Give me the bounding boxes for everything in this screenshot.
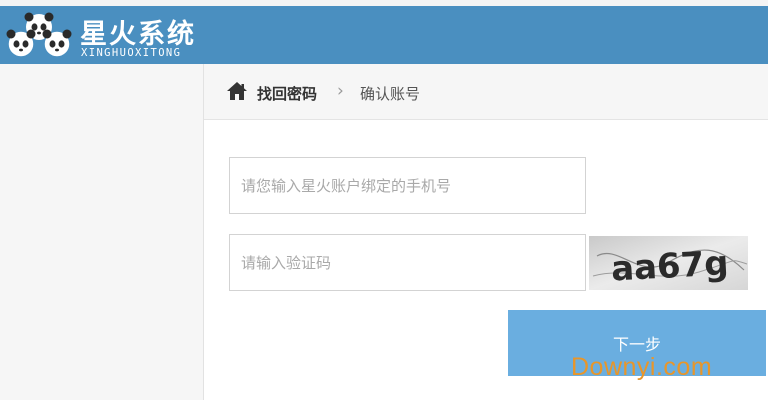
logo[interactable]: 星火系统 XINGHUOXITONG (6, 10, 216, 62)
breadcrumb-current[interactable]: 找回密码 (257, 83, 317, 104)
captcha-image[interactable]: aa67g (589, 236, 748, 290)
captcha-text: aa67g (610, 243, 729, 289)
home-icon[interactable] (226, 81, 248, 101)
logo-title: 星火系统 (80, 19, 196, 50)
captcha-input[interactable] (229, 234, 586, 291)
sidebar (0, 64, 204, 400)
logo-subtitle: XINGHUOXITONG (81, 47, 182, 59)
breadcrumb-separator-icon: › (337, 81, 344, 101)
breadcrumb: 找回密码 › 确认账号 (204, 64, 768, 120)
app-header: 星火系统 XINGHUOXITONG (0, 6, 768, 64)
watermark: Downyi.com (571, 353, 713, 381)
breadcrumb-next: 确认账号 (360, 85, 421, 103)
panda-logo-icon (6, 12, 72, 58)
phone-input[interactable] (229, 157, 586, 214)
